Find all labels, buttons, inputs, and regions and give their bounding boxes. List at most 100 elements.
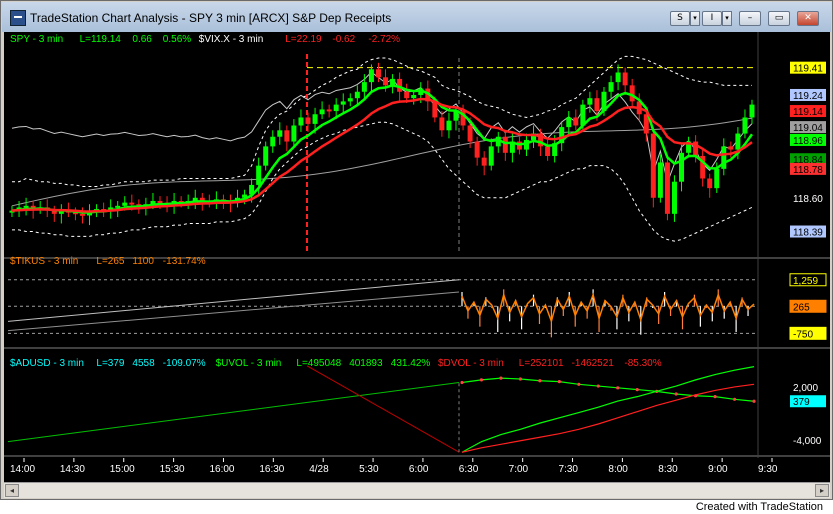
price-tag-label: 119.04 [793,123,823,134]
time-axis-tick-label: 7:30 [559,464,579,475]
candle-body [340,101,346,105]
candle-body [650,133,656,198]
price-legend-item: L=22.19 [285,34,322,45]
price-tag-label: 118.96 [793,136,823,147]
time-axis-tick-label: 9:30 [758,464,778,475]
candle-body [270,136,276,147]
candle-body [354,91,360,99]
candle-body [735,133,741,150]
upper-band-line [12,55,752,188]
candle-body [404,91,410,99]
tikus-trend-line [7,291,460,332]
adusd-point [635,387,639,392]
candle-body [129,202,135,205]
window-title: TradeStation Chart Analysis - SPY 3 min … [30,11,392,25]
candle-body [488,146,494,166]
candle-body [502,136,508,153]
price-legend-item: $VIX.X - 3 min [199,34,263,45]
time-axis-tick-label: 5:30 [359,464,379,475]
candle-body [263,146,269,166]
tradestation-app-icon [10,10,26,26]
candle-body [312,114,318,124]
price-tag-label: 119.41 [793,64,823,75]
time-axis-tick-label: 9:00 [708,464,728,475]
breadth-legend-item: L=379 [96,358,125,369]
dvol-prior-line [306,365,460,453]
price-tag-label: 118.78 [793,165,823,176]
breadth-legend-item: $DVOL - 3 min [438,358,504,369]
adusd-prior-line [7,382,460,443]
candle-body [742,117,748,134]
candle-body [319,109,325,115]
candle-body [298,117,304,126]
tikus-tag-label: 265 [793,302,810,313]
s-dropdown-arrow-icon[interactable]: ▾ [690,11,700,26]
time-axis-tick-label: 7:00 [509,464,529,475]
tikus-legend-item: 1100 [132,256,154,267]
symbol-s-button[interactable]: S [670,11,690,26]
candle-body [481,157,487,166]
price-tag-label: 119.14 [793,107,823,118]
tikus-trend-line [7,279,460,322]
candle-body [432,101,438,118]
adusd-point [499,376,503,380]
candle-body [707,178,713,189]
tikus-legend-item: L=265 [96,256,125,267]
candle-body [361,82,367,92]
candle-body [608,82,614,92]
breadth-series-line [461,377,755,402]
symbol-i-button[interactable]: I [702,11,722,26]
long-moving-average-line [11,117,753,207]
price-legend-item: -0.62 [332,34,355,45]
candle-body [122,202,128,206]
candle-body [383,77,389,86]
scroll-right-icon[interactable]: ▸ [815,484,829,497]
close-button[interactable]: ✕ [797,11,819,26]
candle-body [79,213,85,216]
horizontal-scrollbar[interactable]: ◂ ▸ [4,482,830,498]
price-legend-item: L=119.14 [80,34,122,45]
chart-area[interactable]: SPY - 3 min L=119.14 0.66 0.56% $VIX.X - 3 m… [4,32,830,482]
price-legend-item: SPY - 3 min [10,34,63,45]
candle-body [622,72,628,86]
breadth-tag-label: 379 [793,397,810,408]
breadth-legend-item: 401893 [349,358,383,369]
candle-body [749,104,755,118]
candle-body [714,168,720,189]
price-legend-item: -2.72% [368,34,400,45]
adusd-point [616,386,620,390]
candle-body [545,146,551,157]
candle-body [467,125,473,142]
tikus-tag-label: 1,259 [793,276,818,287]
scroll-left-icon[interactable]: ◂ [5,484,19,497]
time-axis-tick-label: 15:00 [110,464,135,475]
breadth-legend-item: $ADUSD - 3 min [10,358,84,369]
breadth-legend-item: L=252101 [519,358,564,369]
candle-body [587,98,593,105]
lower-band-line [12,121,753,242]
i-dropdown-arrow-icon[interactable]: ▾ [722,11,732,26]
candle-body [291,125,297,142]
chart-svg[interactable]: SPY - 3 min L=119.14 0.66 0.56% $VIX.X - 3 m… [4,32,830,482]
time-axis-tick-label: 8:00 [608,464,628,475]
candle-body [594,98,600,112]
candle-body [256,165,262,185]
breadth-legend-item: L=495048 [296,358,341,369]
price-axis-tick-label: 118.60 [793,194,823,205]
time-axis-tick-label: 6:00 [409,464,429,475]
candle-body [671,181,677,214]
restore-button[interactable]: ▭ [768,11,790,26]
time-axis-tick-label: 6:30 [459,464,479,475]
breadth-axis-tick-label: -4,000 [793,436,822,447]
candle-body [305,117,311,124]
candle-body [277,130,283,137]
title-bar[interactable]: TradeStation Chart Analysis - SPY 3 min … [2,2,831,32]
breadth-legend-item: -109.07% [163,358,206,369]
candle-body [474,141,480,158]
breadth-series-line [461,366,755,453]
price-tag-label: 119.24 [793,91,823,102]
candle-body [615,72,621,83]
minimize-button[interactable]: – [739,11,761,26]
time-axis-tick-label: 14:00 [10,464,35,475]
time-axis-tick-label: 15:30 [160,464,185,475]
